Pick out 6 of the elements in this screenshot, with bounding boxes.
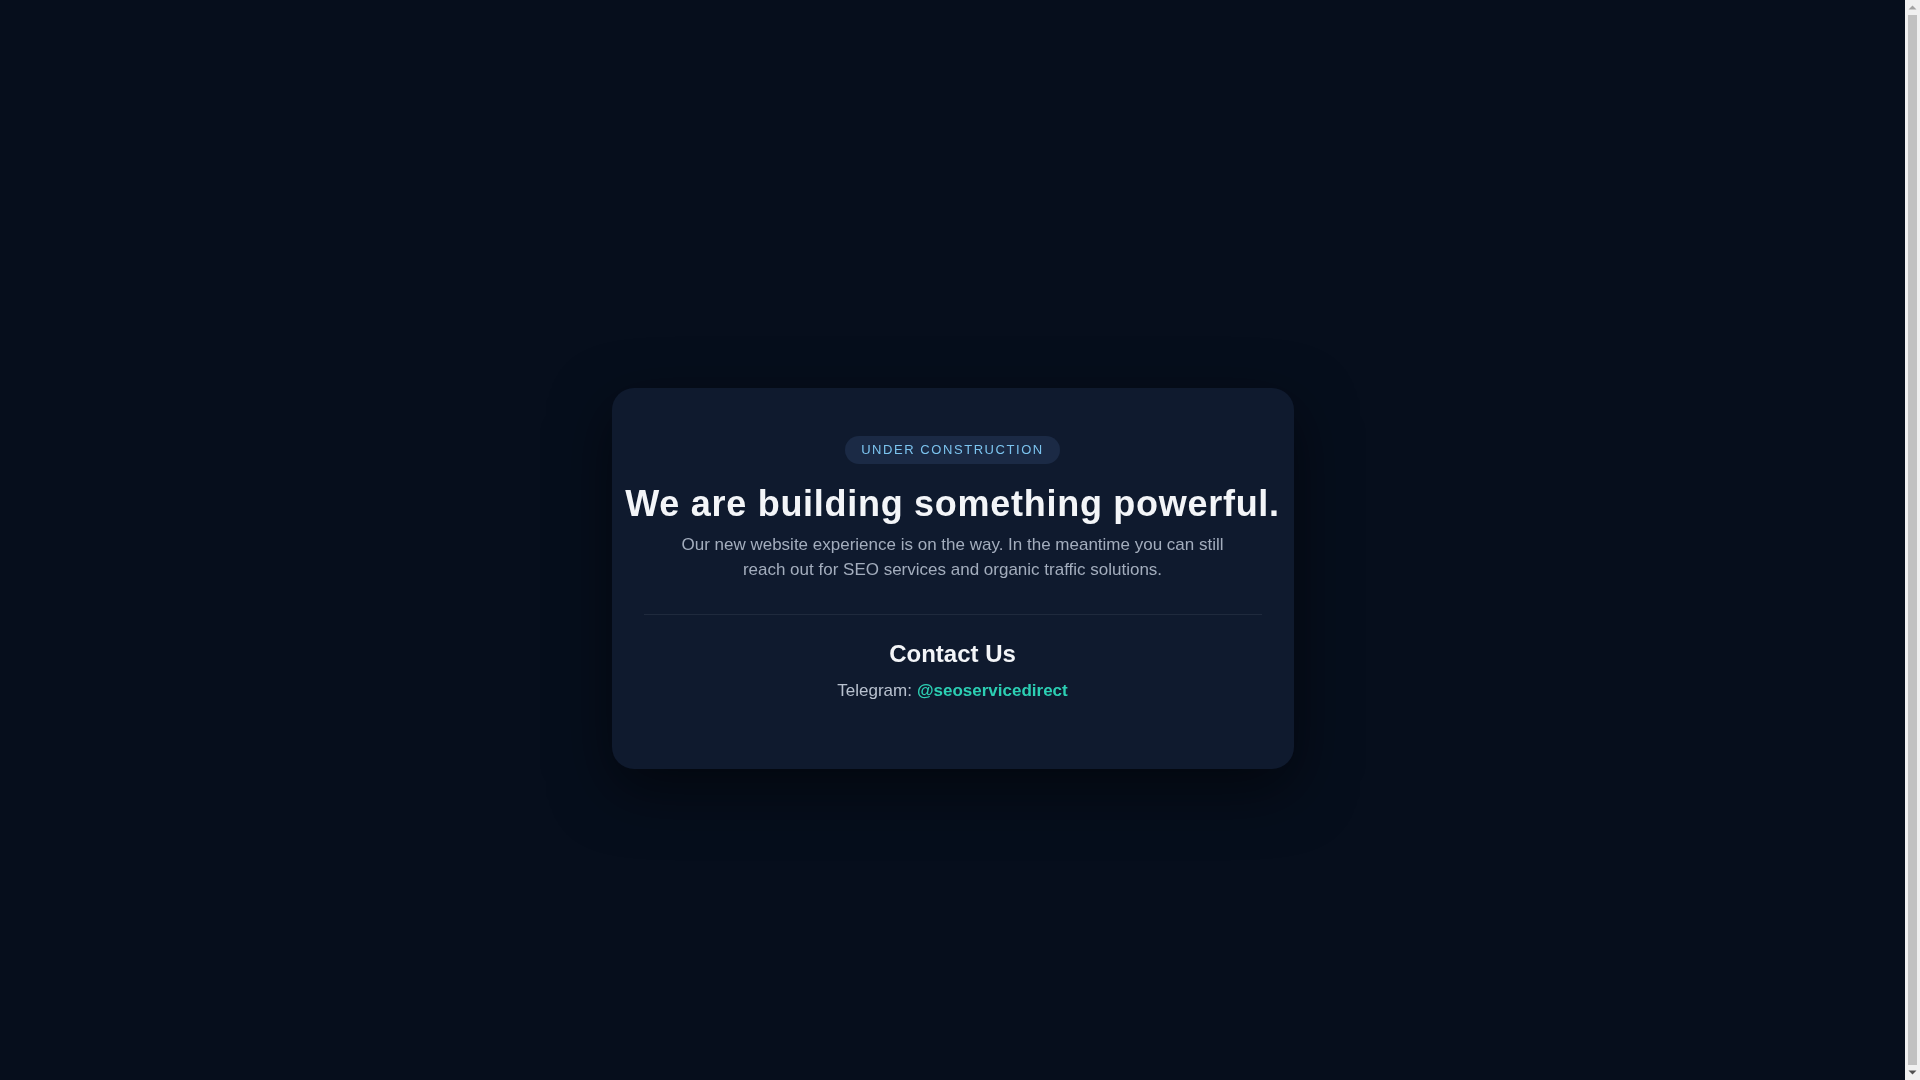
description-text: Our new website experience is on the way. In the meantime you can still reach out for SEO services and organic traffic solutions. [680,533,1225,581]
status-badge: UNDER CONSTRUCTION [845,436,1060,464]
contact-heading: Contact Us [889,638,1016,669]
contact-label: Telegram: [837,679,912,702]
telegram-link[interactable]: @seoservicedirect [916,678,1068,703]
page-heading: We are building something powerful. [625,481,1280,526]
